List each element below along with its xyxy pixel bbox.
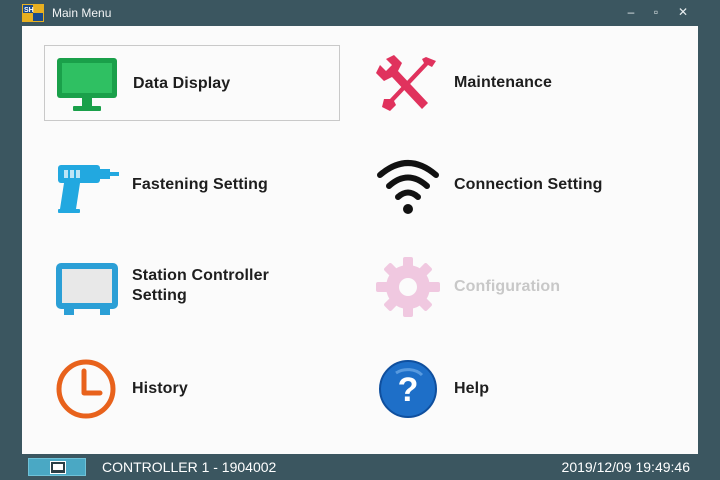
- status-bar: CONTROLLER 1 - 1904002 2019/12/09 19:49:…: [0, 454, 720, 480]
- menu-item-configuration[interactable]: Configuration: [366, 249, 662, 325]
- datetime-display: 2019/12/09 19:49:46: [561, 459, 690, 475]
- svg-text:?: ?: [398, 371, 419, 409]
- menu-label-fastening-setting: Fastening Setting: [132, 176, 268, 193]
- app-logo-icon: SH: [22, 4, 44, 22]
- menu-item-history[interactable]: History: [44, 351, 340, 427]
- title-bar: SH Main Menu ‒ ▫ ✕: [0, 0, 720, 26]
- close-button[interactable]: ✕: [672, 3, 694, 21]
- main-menu-panel: Data Display Maintenance Fastening Setti: [22, 26, 698, 454]
- window-title: Main Menu: [52, 6, 112, 20]
- menu-label-data-display: Data Display: [133, 75, 231, 92]
- menu-item-connection-setting[interactable]: Connection Setting: [366, 147, 662, 223]
- menu-label-configuration: Configuration: [454, 278, 561, 295]
- menu-label-history: History: [132, 380, 188, 397]
- menu-item-help[interactable]: ? Help: [366, 351, 662, 427]
- wifi-icon: [377, 160, 439, 214]
- controller-info: CONTROLLER 1 - 1904002: [102, 459, 277, 475]
- tools-icon: [376, 55, 436, 111]
- menu-label-connection-setting: Connection Setting: [454, 176, 603, 193]
- keyboard-button[interactable]: [28, 458, 86, 476]
- keyboard-icon: [50, 461, 66, 474]
- gear-icon: [376, 257, 440, 317]
- tablet-icon: [56, 263, 118, 315]
- menu-item-station-controller-setting[interactable]: Station Controller Setting: [44, 249, 340, 325]
- menu-label-help: Help: [454, 380, 490, 397]
- svg-text:SH: SH: [24, 7, 34, 14]
- help-icon: ?: [379, 360, 437, 418]
- menu-label-maintenance: Maintenance: [454, 74, 553, 91]
- minimize-button[interactable]: ‒: [620, 3, 642, 21]
- menu-item-fastening-setting[interactable]: Fastening Setting: [44, 147, 340, 223]
- menu-item-data-display[interactable]: Data Display: [44, 45, 340, 121]
- clock-icon: [56, 359, 116, 419]
- menu-label-station-controller-setting: Station Controller Setting: [132, 267, 269, 304]
- menu-item-maintenance[interactable]: Maintenance: [366, 45, 662, 121]
- monitor-icon: [57, 58, 117, 111]
- drill-icon: [58, 165, 119, 213]
- maximize-button[interactable]: ▫: [645, 3, 667, 21]
